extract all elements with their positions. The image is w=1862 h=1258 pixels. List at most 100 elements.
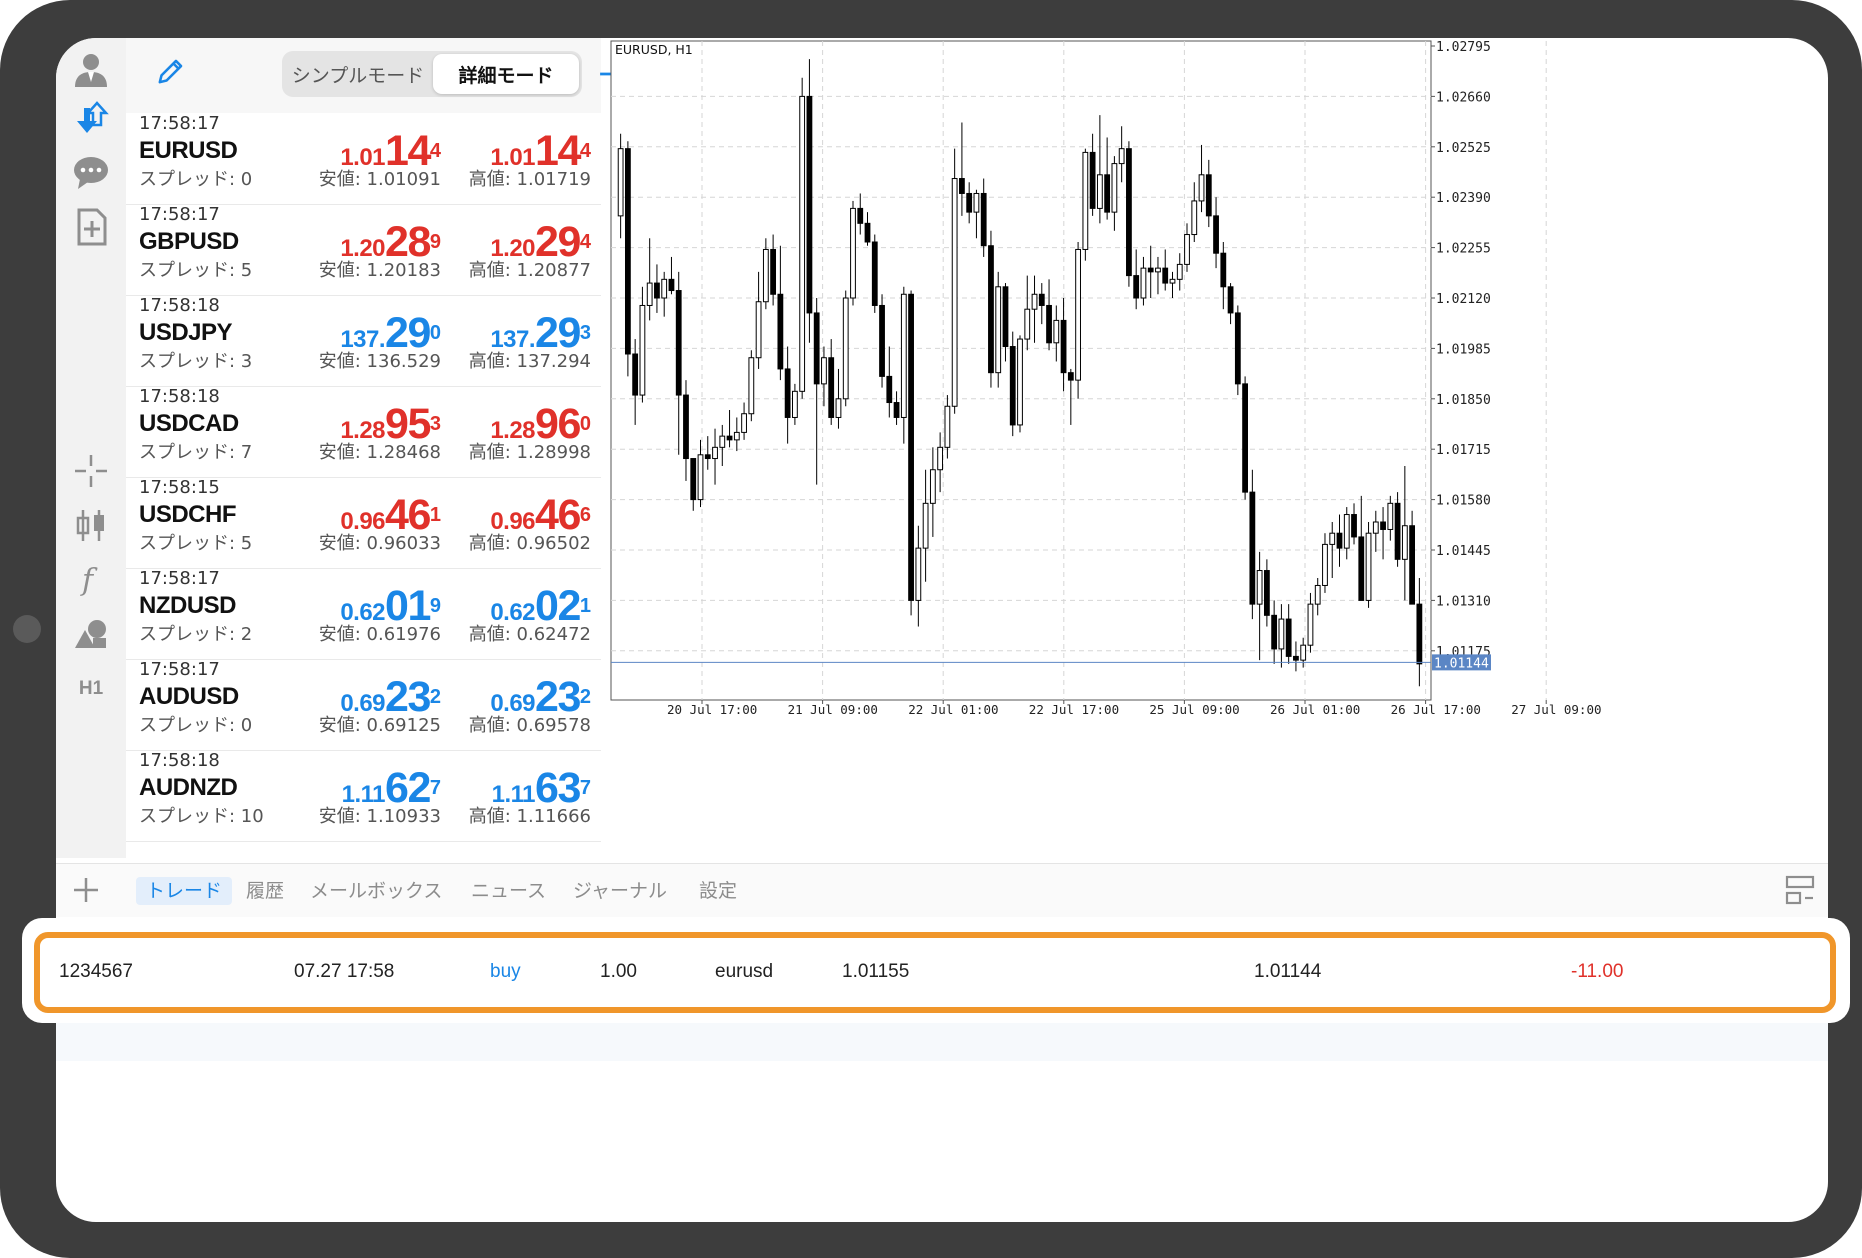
quote-high: 高値: 1.20877	[468, 260, 591, 281]
quote-symbol: GBPUSD	[139, 228, 239, 255]
quote-row[interactable]: 17:58:17 EURUSD スプレッド: 0 1.01144 1.01144 安値: …	[126, 113, 601, 205]
candle-bull	[1387, 502, 1394, 530]
tab-settings[interactable]: 設定	[699, 877, 737, 905]
candle-bear	[1416, 603, 1423, 665]
price-pipette: 1	[579, 594, 591, 617]
quote-low: 安値: 1.28468	[318, 442, 441, 463]
x-tick-label: 26 Jul 17:00	[1391, 702, 1481, 717]
quote-row[interactable]: 17:58:18 USDJPY スプレッド: 3 137.290 137.293 安値: …	[126, 295, 601, 387]
candle-bull	[1075, 248, 1081, 381]
new-document-icon[interactable]	[70, 206, 112, 248]
candle-bear	[1002, 286, 1009, 348]
quote-time: 17:58:18	[139, 750, 220, 771]
quote-time: 17:58:18	[139, 295, 220, 316]
price-pipette: 4	[429, 139, 441, 162]
quote-low: 安値: 0.61976	[318, 624, 441, 645]
candle-bear	[1205, 174, 1212, 217]
crosshair-icon[interactable]	[70, 450, 112, 492]
terminal-tab-bar: トレード 履歴 メールボックス ニュース ジャーナル 設定	[56, 863, 1828, 917]
candle-bear	[1147, 267, 1154, 273]
position-time: 07.27 17:58	[294, 961, 395, 982]
tab-mailbox[interactable]: メールボックス	[310, 877, 442, 905]
price-pipette: 1	[429, 503, 441, 526]
quote-low: 安値: 1.01091	[318, 169, 441, 190]
x-tick-label: 27 Jul 09:00	[1511, 702, 1601, 717]
mode-segmented-control: シンプルモード 詳細モード	[282, 51, 582, 97]
tab-news[interactable]: ニュース	[471, 877, 546, 905]
candle-bull	[1300, 644, 1307, 661]
candle-bear	[1038, 293, 1045, 306]
quote-row[interactable]: 17:58:17 AUDUSD スプレッド: 0 0.69232 0.69232 安値: …	[126, 659, 601, 751]
quote-time: 17:58:17	[139, 568, 220, 589]
candle-bull	[1024, 308, 1031, 340]
candle-bear	[1104, 174, 1111, 213]
tab-trade[interactable]: トレード	[136, 877, 233, 905]
simple-mode-tab[interactable]: シンプルモード	[285, 54, 431, 94]
candlestick-chart-svg[interactable]: 1.02795 1.02660 1.02525 1.02390 1.02255 1.021…	[607, 38, 1828, 863]
candle-bear	[864, 222, 871, 243]
detail-mode-tab[interactable]: 詳細モード	[433, 54, 579, 94]
candle-bear	[1394, 502, 1401, 560]
quote-time: 17:58:18	[139, 386, 220, 407]
candle-bear	[1060, 319, 1067, 374]
price-pipette: 3	[579, 321, 591, 344]
layout-toggle-icon[interactable]	[1783, 873, 1817, 907]
candle-bull	[755, 301, 762, 359]
position-symbol: eurusd	[715, 961, 774, 982]
quote-symbol: AUDNZD	[139, 774, 238, 801]
quote-high: 高値: 0.62472	[468, 624, 591, 645]
edit-pencil-icon[interactable]	[148, 50, 192, 94]
quote-high: 高値: 0.69578	[468, 715, 591, 736]
add-icon[interactable]	[68, 872, 104, 908]
quote-row[interactable]: 17:58:18 USDCAD スプレッド: 7 1.28953 1.28960 安値: …	[126, 386, 601, 478]
quote-row[interactable]: 17:58:17 GBPUSD スプレッド: 5 1.20289 1.20294 安値: …	[126, 204, 601, 296]
candle-bear	[675, 290, 682, 396]
price-pipette: 0	[579, 412, 591, 435]
candle-bear	[1409, 525, 1416, 605]
candle-bull	[1140, 267, 1147, 299]
candle-bull	[741, 413, 747, 433]
position-ticket: 1234567	[59, 961, 133, 982]
quote-row[interactable]: 17:58:18 AUDNZD スプレッド: 10 1.11627 1.11637 安値:…	[126, 750, 601, 842]
quote-symbol: NZDUSD	[139, 592, 237, 619]
quote-spread: スプレッド: 7	[139, 442, 253, 463]
candle-bull	[1322, 543, 1328, 586]
account-icon[interactable]	[70, 48, 112, 90]
candle-bull	[995, 286, 1002, 374]
candle-bull	[850, 207, 856, 299]
quote-spread: スプレッド: 10	[139, 806, 264, 827]
candlestick-icon[interactable]	[70, 504, 112, 546]
y-tick-label: 1.01715	[1436, 443, 1491, 458]
indicator-function-icon[interactable]: f	[70, 558, 112, 600]
quote-symbol: USDCHF	[139, 501, 237, 528]
current-price-label: 1.01144	[1434, 656, 1489, 671]
candle-bear	[1249, 491, 1256, 605]
objects-shapes-icon[interactable]	[70, 613, 112, 655]
timeframe-button[interactable]: H1	[70, 668, 112, 710]
trade-arrows-icon[interactable]	[70, 98, 112, 140]
tab-journal[interactable]: ジャーナル	[573, 877, 667, 905]
candle-bull	[1096, 174, 1103, 209]
candle-bull	[639, 304, 646, 396]
quote-row[interactable]: 17:58:17 NZDUSD スプレッド: 2 0.62019 0.62021 安値: …	[126, 568, 601, 660]
candle-bear	[1263, 570, 1270, 616]
quote-symbol: USDJPY	[139, 319, 233, 346]
price-pipette: 2	[429, 685, 441, 708]
candle-bull	[900, 293, 907, 418]
candle-bull	[922, 502, 929, 549]
candle-bear	[624, 148, 631, 355]
quote-time: 17:58:17	[139, 113, 220, 134]
tab-history[interactable]: 履歴	[246, 877, 284, 905]
price-chart[interactable]: 1.02795 1.02660 1.02525 1.02390 1.02255 1.021…	[607, 38, 1828, 863]
candle-bull	[1343, 514, 1350, 549]
y-tick-label: 1.01580	[1436, 494, 1491, 509]
candle-bear	[683, 394, 689, 460]
candle-bull	[1031, 293, 1038, 310]
quote-row[interactable]: 17:58:15 USDCHF スプレッド: 5 0.96461 0.96466 安値: …	[126, 477, 601, 569]
price-pipette: 0	[429, 321, 441, 344]
candle-bull	[1278, 618, 1285, 650]
x-tick-label: 22 Jul 17:00	[1029, 702, 1119, 717]
chat-icon[interactable]	[70, 152, 112, 194]
candle-bear	[813, 312, 820, 385]
candle-bear	[1227, 286, 1234, 314]
